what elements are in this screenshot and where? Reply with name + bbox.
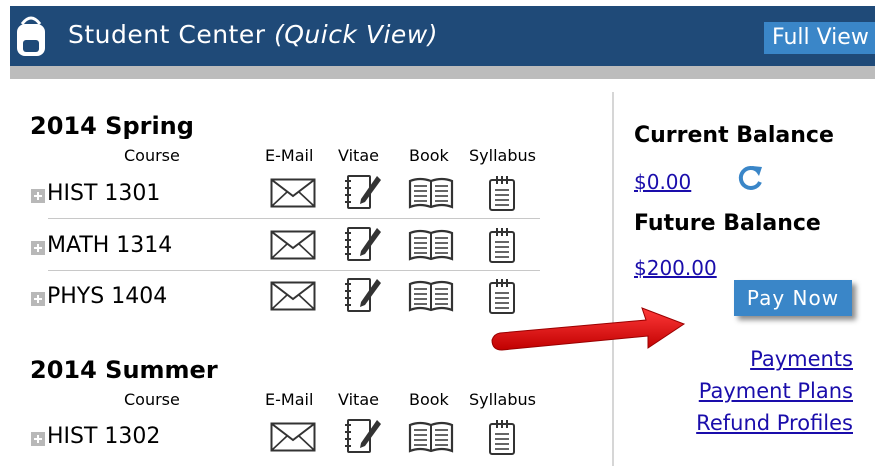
column-syllabus: Syllabus [469, 146, 536, 165]
expand-plus-icon[interactable] [31, 292, 45, 306]
notepad-pencil-icon[interactable] [343, 224, 383, 264]
open-book-icon[interactable] [408, 175, 454, 211]
page-title: Student Center (Quick View) [68, 20, 438, 49]
expand-plus-icon[interactable] [31, 189, 45, 203]
open-book-icon[interactable] [408, 419, 454, 455]
payments-link[interactable]: Payments [750, 347, 853, 371]
future-balance-label: Future Balance [634, 211, 821, 236]
clipboard-icon[interactable] [487, 418, 517, 456]
column-vitae: Vitae [338, 390, 379, 409]
notepad-pencil-icon[interactable] [343, 416, 383, 456]
page-header: Student Center (Quick View) Full View [10, 6, 875, 66]
envelope-icon[interactable] [270, 178, 316, 208]
backpack-icon [12, 14, 50, 62]
title-subtitle: (Quick View) [273, 20, 438, 49]
course-hist-1302[interactable]: HIST 1302 [47, 424, 160, 449]
row-separator [48, 218, 540, 219]
header-divider-bar [10, 66, 875, 79]
column-course: Course [124, 146, 180, 165]
course-math-1314[interactable]: MATH 1314 [47, 233, 172, 258]
payment-plans-link[interactable]: Payment Plans [699, 379, 853, 403]
column-vitae: Vitae [338, 146, 379, 165]
title-text: Student Center [68, 20, 266, 49]
current-balance-link[interactable]: $0.00 [634, 170, 691, 194]
column-syllabus: Syllabus [469, 390, 536, 409]
refresh-icon[interactable] [736, 163, 766, 193]
future-balance-link[interactable]: $200.00 [634, 256, 717, 280]
term-title-summer: 2014 Summer [30, 356, 218, 384]
clipboard-icon[interactable] [487, 174, 517, 212]
notepad-pencil-icon[interactable] [343, 275, 383, 315]
refund-profiles-link[interactable]: Refund Profiles [696, 411, 853, 435]
expand-plus-icon[interactable] [31, 432, 45, 446]
column-course: Course [124, 390, 180, 409]
column-book: Book [409, 390, 449, 409]
column-book: Book [409, 146, 449, 165]
column-email: E-Mail [265, 390, 314, 409]
column-email: E-Mail [265, 146, 314, 165]
open-book-icon[interactable] [408, 278, 454, 314]
term-title-spring: 2014 Spring [30, 112, 194, 140]
panel-divider [612, 92, 614, 466]
course-hist-1301[interactable]: HIST 1301 [47, 181, 160, 206]
envelope-icon[interactable] [270, 422, 316, 452]
full-view-button[interactable]: Full View [764, 22, 875, 54]
open-book-icon[interactable] [408, 227, 454, 263]
expand-plus-icon[interactable] [31, 241, 45, 255]
pay-now-button[interactable]: Pay Now [734, 280, 852, 316]
red-arrow-icon [491, 307, 686, 351]
row-separator [48, 270, 540, 271]
envelope-icon[interactable] [270, 230, 316, 260]
envelope-icon[interactable] [270, 281, 316, 311]
course-phys-1404[interactable]: PHYS 1404 [47, 284, 167, 309]
notepad-pencil-icon[interactable] [343, 172, 383, 212]
current-balance-label: Current Balance [634, 123, 834, 148]
clipboard-icon[interactable] [487, 226, 517, 264]
